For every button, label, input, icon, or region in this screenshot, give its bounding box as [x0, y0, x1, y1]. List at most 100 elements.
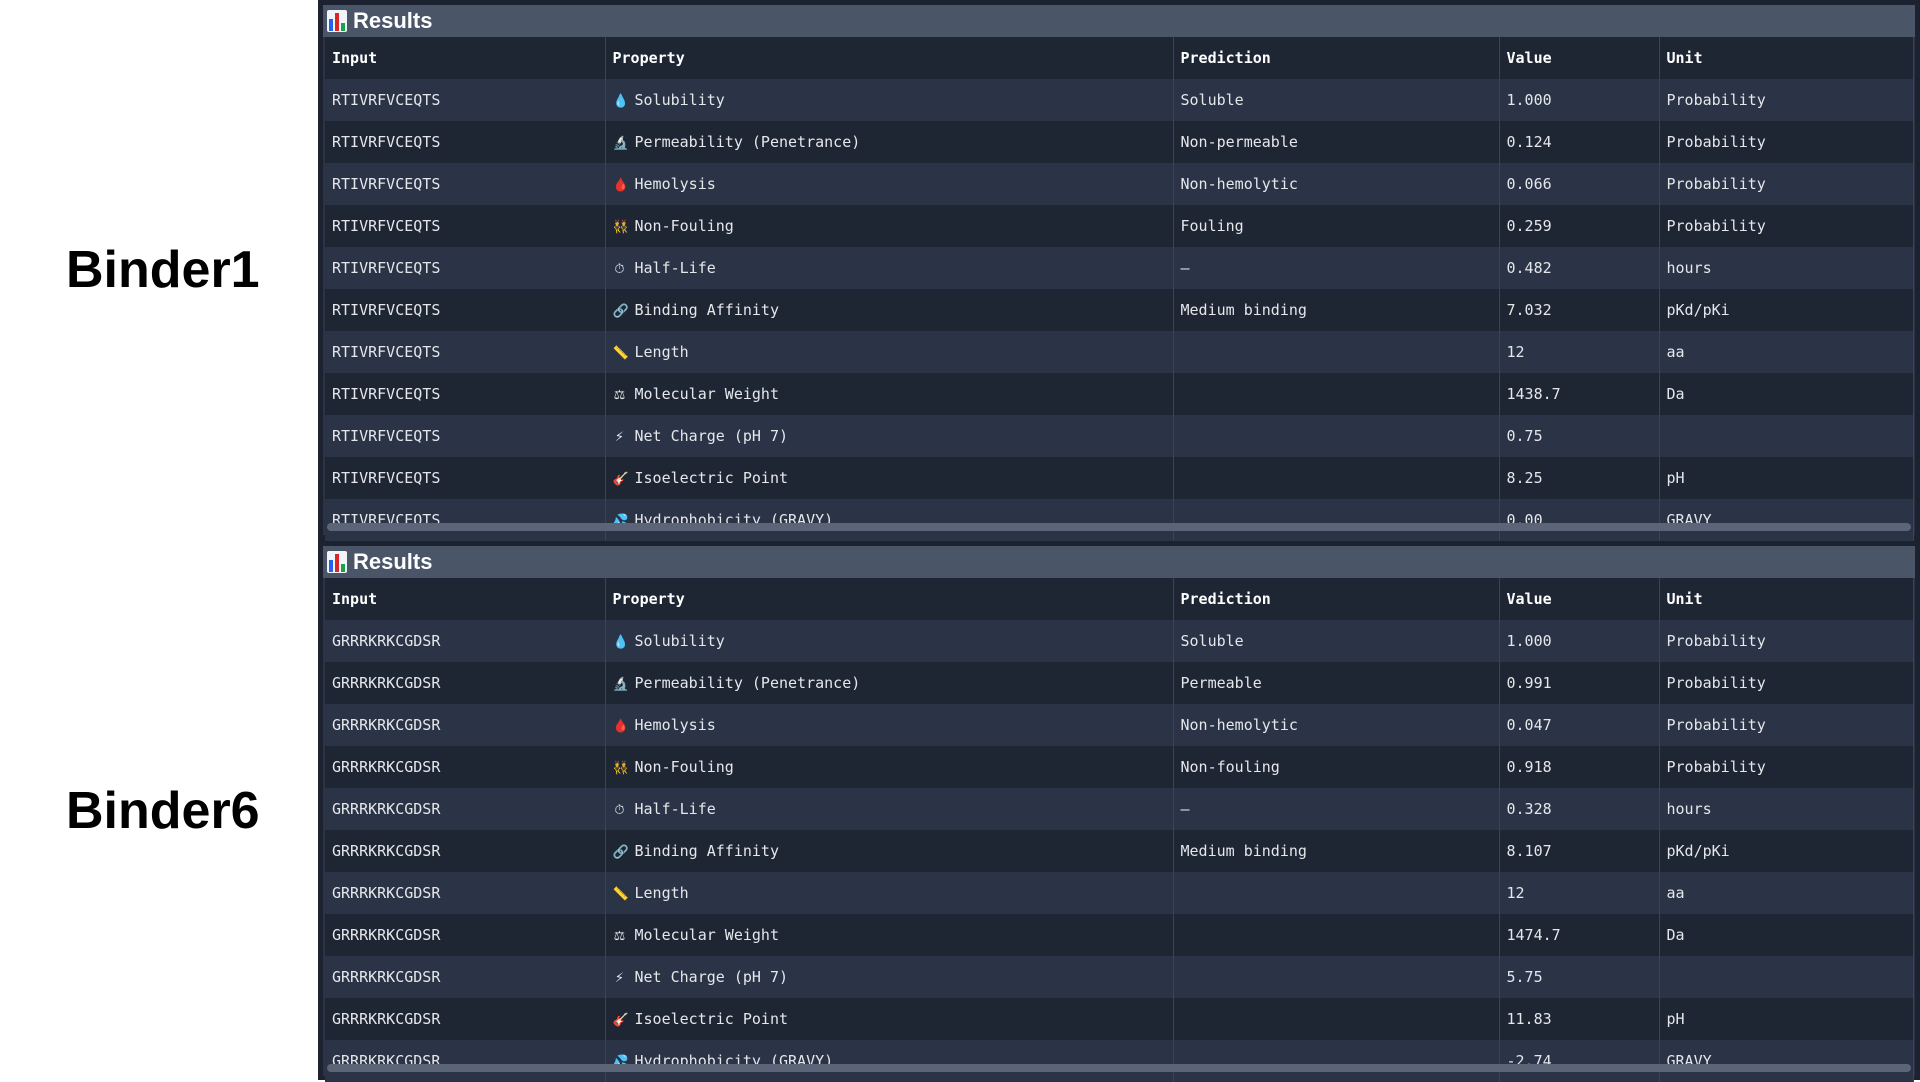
column-header-input: Input [325, 37, 606, 79]
table-header-row: Input Property Prediction Value Unit [325, 578, 1914, 620]
cell-unit: aa [1659, 872, 1914, 914]
column-header-prediction: Prediction [1173, 578, 1500, 620]
table-row: RTIVRFVCEQTS 🩸 Hemolysis Non-hemolytic 0.066… [325, 163, 1914, 205]
cell-input: GRRRKRKCGDSR [325, 830, 606, 872]
bar-chart-icon [327, 10, 347, 32]
cell-input: RTIVRFVCEQTS [325, 373, 606, 415]
table-row: RTIVRFVCEQTS 💦 Hydrophobicity (GRAVY) 0.00 G… [325, 499, 1914, 541]
cell-unit: pH [1659, 998, 1914, 1040]
cell-value: 8.25 [1499, 457, 1660, 499]
column-header-input: Input [325, 578, 606, 620]
table-row: RTIVRFVCEQTS ⚖ Molecular Weight 1438.7 Da [325, 373, 1914, 415]
cell-property: 👯 Non-Fouling [605, 746, 1174, 788]
results-table: Input Property Prediction Value Unit RTIVRFV… [325, 37, 1914, 541]
cell-input: RTIVRFVCEQTS [325, 499, 606, 541]
cell-property: 👯 Non-Fouling [605, 205, 1174, 247]
link-icon: 🔗 [612, 304, 629, 319]
scale-icon: ⚖ [613, 388, 626, 403]
cell-unit: GRAVY [1659, 1040, 1914, 1082]
table-row: GRRRKRKCGDSR 🩸 Hemolysis Non-hemolytic 0.047… [325, 704, 1914, 746]
cell-unit: pKd/pKi [1659, 289, 1914, 331]
column-header-unit: Unit [1659, 37, 1914, 79]
cell-input: GRRRKRKCGDSR [325, 956, 606, 998]
property-label: Net Charge (pH 7) [634, 968, 789, 986]
cell-prediction: Non-hemolytic [1173, 163, 1500, 205]
table-row: GRRRKRKCGDSR ⚡ Net Charge (pH 7) 5.75 [325, 956, 1914, 998]
horizontal-scrollbar[interactable] [327, 523, 1911, 531]
cell-prediction: Soluble [1173, 79, 1500, 121]
column-header-prediction: Prediction [1173, 37, 1500, 79]
property-label: Non-Fouling [634, 217, 734, 235]
cell-unit: pH [1659, 457, 1914, 499]
cell-value: 0.124 [1499, 121, 1660, 163]
property-label: Hemolysis [634, 716, 716, 734]
cell-value: 12 [1499, 331, 1660, 373]
column-header-value: Value [1499, 37, 1660, 79]
table-row: RTIVRFVCEQTS ⚡ Net Charge (pH 7) 0.75 [325, 415, 1914, 457]
stopwatch-icon: ⏱ [614, 262, 625, 277]
panel-title: Results [353, 8, 433, 33]
cell-prediction: Non-hemolytic [1173, 704, 1500, 746]
cell-value: 0.991 [1499, 662, 1660, 704]
cell-value: 1438.7 [1499, 373, 1660, 415]
cell-property: ⚖ Molecular Weight [605, 373, 1174, 415]
cell-unit [1659, 415, 1914, 457]
cell-unit: Probability [1659, 79, 1914, 121]
cell-prediction [1173, 872, 1500, 914]
horizontal-scrollbar[interactable] [327, 1064, 1911, 1072]
cell-value: 12 [1499, 872, 1660, 914]
cell-value: 0.75 [1499, 415, 1660, 457]
results-panel-binder6: Results Input Property Prediction Value Unit… [323, 546, 1915, 1082]
cell-prediction [1173, 415, 1500, 457]
binder6-label: Binder6 [66, 782, 260, 840]
cell-property: 💦 Hydrophobicity (GRAVY) [605, 1040, 1174, 1082]
cell-prediction: Permeable [1173, 662, 1500, 704]
cell-input: RTIVRFVCEQTS [325, 121, 606, 163]
column-header-property: Property [605, 578, 1174, 620]
cell-property: 🔬 Permeability (Penetrance) [605, 121, 1174, 163]
cell-input: RTIVRFVCEQTS [325, 289, 606, 331]
cell-input: GRRRKRKCGDSR [325, 746, 606, 788]
cell-value: 8.107 [1499, 830, 1660, 872]
cell-prediction [1173, 998, 1500, 1040]
cell-input: GRRRKRKCGDSR [325, 872, 606, 914]
cell-unit: Probability [1659, 205, 1914, 247]
table-row: GRRRKRKCGDSR 🔬 Permeability (Penetrance) Pe… [325, 662, 1914, 704]
cell-property: 🩸 Hemolysis [605, 704, 1174, 746]
cell-property: ⚡ Net Charge (pH 7) [605, 415, 1174, 457]
table-row: GRRRKRKCGDSR 🔗 Binding Affinity Medium bind… [325, 830, 1914, 872]
cell-value: -2.74 [1499, 1040, 1660, 1082]
cell-unit: Da [1659, 373, 1914, 415]
table-row: GRRRKRKCGDSR 🎸 Isoelectric Point 11.83 pH [325, 998, 1914, 1040]
cell-input: GRRRKRKCGDSR [325, 1040, 606, 1082]
cell-input: RTIVRFVCEQTS [325, 331, 606, 373]
cell-property: 🔗 Binding Affinity [605, 830, 1174, 872]
table-row: GRRRKRKCGDSR 💧 Solubility Soluble 1.000 Proba… [325, 620, 1914, 662]
cell-unit: hours [1659, 788, 1914, 830]
ruler-icon: 📏 [612, 887, 629, 902]
table-row: GRRRKRKCGDSR 👯 Non-Fouling Non-fouling 0.918… [325, 746, 1914, 788]
cell-unit: pKd/pKi [1659, 830, 1914, 872]
people-icon: 👯 [612, 220, 629, 235]
cell-value: 0.328 [1499, 788, 1660, 830]
property-label: Permeability (Penetrance) [634, 674, 861, 692]
cell-property: ⚡ Net Charge (pH 7) [605, 956, 1174, 998]
property-label: Solubility [634, 91, 725, 109]
cell-unit: hours [1659, 247, 1914, 289]
panel-header: Results [323, 546, 1915, 578]
cell-unit: aa [1659, 331, 1914, 373]
property-label: Binding Affinity [634, 301, 780, 319]
cell-unit: Probability [1659, 163, 1914, 205]
cell-prediction [1173, 373, 1500, 415]
cell-input: GRRRKRKCGDSR [325, 914, 606, 956]
table-row: RTIVRFVCEQTS 👯 Non-Fouling Fouling 0.259 Prob… [325, 205, 1914, 247]
cell-value: 0.047 [1499, 704, 1660, 746]
droplet-icon: 💧 [612, 94, 629, 109]
property-label: Half-Life [634, 800, 716, 818]
column-header-value: Value [1499, 578, 1660, 620]
property-label: Molecular Weight [634, 926, 780, 944]
cell-unit: GRAVY [1659, 499, 1914, 541]
cell-value: 5.75 [1499, 956, 1660, 998]
cell-unit: Probability [1659, 662, 1914, 704]
cell-input: GRRRKRKCGDSR [325, 620, 606, 662]
